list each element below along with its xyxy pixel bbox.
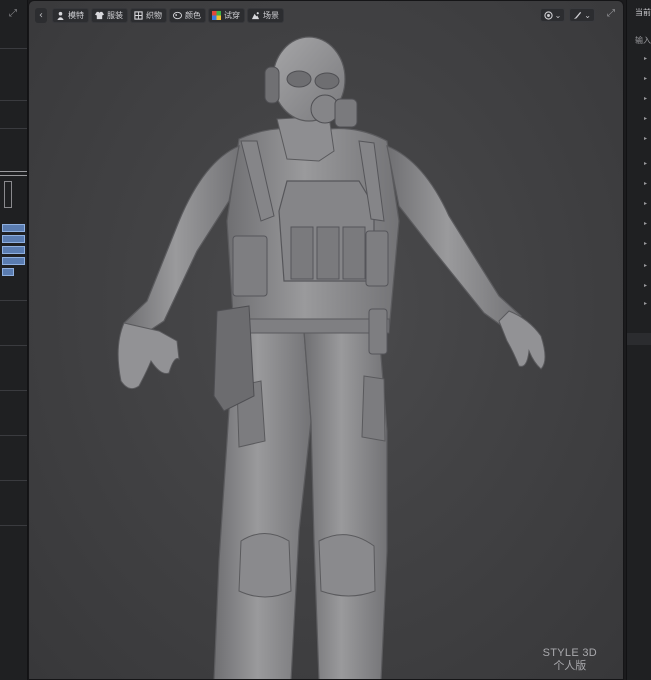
thigh-pouch <box>368 308 388 355</box>
expand-arrow-icon[interactable]: ▸ <box>644 75 647 82</box>
fabric-button[interactable]: 织物 <box>130 8 167 23</box>
expand-arrow-icon[interactable]: ▸ <box>644 180 647 187</box>
garment-icon <box>95 11 104 20</box>
fitting-icon <box>212 11 221 20</box>
fitting-button-label: 试穿 <box>224 11 240 20</box>
left-panel-divider <box>0 345 27 346</box>
fabric-icon <box>134 11 143 20</box>
mag-pouch <box>342 226 366 280</box>
watermark: STYLE 3D 个人版 <box>543 647 597 673</box>
right-thigh-pocket <box>361 375 386 442</box>
left-panel-tile[interactable] <box>2 268 14 276</box>
color-button[interactable]: 颜色 <box>169 8 206 23</box>
left-panel-tile[interactable] <box>2 246 25 254</box>
3d-viewport[interactable]: ‹ 模特 服装 织物 颜色 试穿 场景 ⌄ ⌄ ⤢ STYLE 3D 个人版 <box>28 0 624 680</box>
mask-canister <box>334 98 358 128</box>
expand-arrow-icon[interactable]: ▸ <box>644 282 647 289</box>
left-panel: ⤢ <box>0 0 28 680</box>
expand-arrow-icon[interactable]: ▸ <box>644 300 647 307</box>
avatar-button[interactable]: 模特 <box>52 8 89 23</box>
left-panel-divider <box>0 100 27 101</box>
left-panel-divider <box>0 300 27 301</box>
mag-pouch <box>290 226 314 280</box>
expand-icon[interactable]: ⤢ <box>607 8 615 19</box>
side-pouch <box>232 235 268 297</box>
fitting-button[interactable]: 试穿 <box>208 8 245 23</box>
expand-arrow-icon[interactable]: ▸ <box>644 115 647 122</box>
right-panel-title: 当前 <box>635 8 651 17</box>
scrollbar[interactable] <box>627 333 651 345</box>
side-pouch <box>365 230 389 287</box>
left-panel-tile[interactable] <box>2 224 25 232</box>
right-hand <box>498 310 546 370</box>
right-panel: 当前 输入 ▸ ▸ ▸ ▸ ▸ ▸ ▸ ▸ ▸ ▸ ▸ ▸ ▸ <box>626 0 651 680</box>
left-panel-expand-icon[interactable]: ⤢ <box>9 8 17 19</box>
expand-arrow-icon[interactable]: ▸ <box>644 55 647 62</box>
holster <box>213 305 255 412</box>
expand-arrow-icon[interactable]: ▸ <box>644 240 647 247</box>
left-panel-divider <box>0 390 27 391</box>
watermark-brand: STYLE 3D <box>542 647 597 659</box>
chevron-down-icon: ⌄ <box>584 10 591 20</box>
left-panel-divider <box>0 171 27 172</box>
left-panel-tile[interactable] <box>2 257 25 265</box>
left-panel-frame <box>4 181 12 208</box>
left-panel-divider <box>0 435 27 436</box>
avatar-button-label: 模特 <box>68 11 84 20</box>
collapse-panel-button[interactable]: ‹ <box>35 8 47 23</box>
expand-arrow-icon[interactable]: ▸ <box>644 160 647 167</box>
view-tools: ⌄ ⌄ <box>539 8 595 22</box>
brush-tool-button[interactable]: ⌄ <box>569 8 595 22</box>
fabric-button-label: 织物 <box>146 11 162 20</box>
left-panel-divider <box>0 48 27 49</box>
expand-arrow-icon[interactable]: ▸ <box>644 95 647 102</box>
left-panel-divider <box>0 525 27 526</box>
scene-button-label: 场景 <box>263 11 279 20</box>
belt <box>233 318 390 334</box>
left-panel-divider <box>0 128 27 129</box>
brush-icon <box>574 11 582 19</box>
chevron-down-icon: ⌄ <box>554 10 562 20</box>
garment-button[interactable]: 服装 <box>91 8 128 23</box>
main-toolbar: ‹ 模特 服装 织物 颜色 试穿 场景 <box>35 7 284 24</box>
expand-arrow-icon[interactable]: ▸ <box>644 220 647 227</box>
scene-icon <box>251 12 260 20</box>
mask-eyepiece <box>314 72 340 90</box>
left-hand <box>117 322 180 390</box>
avatar-icon <box>57 11 64 20</box>
avatar-model[interactable] <box>29 1 624 680</box>
mask-eyepiece <box>286 70 312 88</box>
garment-button-label: 服装 <box>107 11 123 20</box>
right-arm <box>386 145 522 332</box>
expand-arrow-icon[interactable]: ▸ <box>644 262 647 269</box>
color-button-label: 颜色 <box>185 11 201 20</box>
watermark-edition: 个人版 <box>553 660 587 672</box>
color-icon <box>173 11 182 20</box>
mag-pouch <box>316 226 340 280</box>
left-panel-divider <box>0 175 27 176</box>
right-panel-subtitle: 输入 <box>635 36 651 45</box>
scene-button[interactable]: 场景 <box>247 8 284 23</box>
expand-arrow-icon[interactable]: ▸ <box>644 135 647 142</box>
shading-icon <box>543 10 553 20</box>
expand-arrow-icon[interactable]: ▸ <box>644 200 647 207</box>
left-knee-pad <box>238 533 292 598</box>
left-panel-divider <box>0 480 27 481</box>
left-panel-tile[interactable] <box>2 235 25 243</box>
right-knee-pad <box>318 534 376 597</box>
render-mode-button[interactable]: ⌄ <box>539 8 566 22</box>
headset <box>264 66 280 104</box>
